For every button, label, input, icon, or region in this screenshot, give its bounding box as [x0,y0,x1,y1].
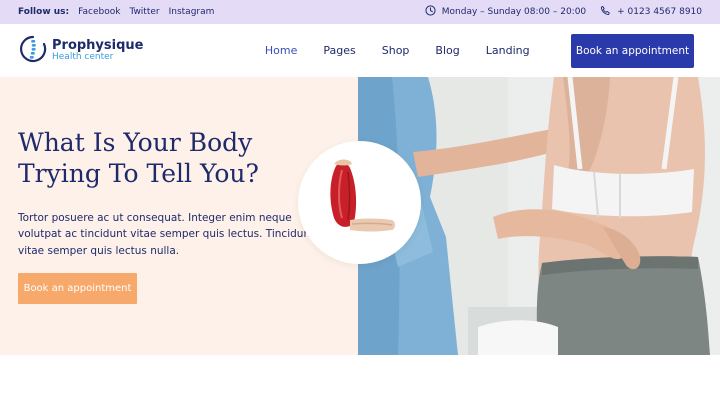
contact-info: Monday – Sunday 08:00 – 20:00 + 0123 456… [425,5,702,19]
follow-us-label: Follow us: [18,7,70,17]
book-appointment-hero-button[interactable]: Book an appointment [18,273,137,304]
spine-logo-icon [18,34,48,68]
hero-headline: What Is Your Body Trying To Tell You? [18,128,318,189]
brand-name: Prophysique [52,37,144,53]
nav-landing[interactable]: Landing [486,44,530,57]
instagram-link[interactable]: Instagram [169,7,215,17]
top-bar: Follow us: Facebook Twitter Instagram Mo… [0,0,720,24]
clock-icon [425,5,436,19]
opening-hours: Monday – Sunday 08:00 – 20:00 [425,5,586,19]
brand-tagline: Health center [52,51,114,62]
hero-headline-line-1: What Is Your Body [18,128,253,157]
social-links: Follow us: Facebook Twitter Instagram [18,7,214,17]
hours-text: Monday – Sunday 08:00 – 20:00 [441,7,587,17]
arm-muscle-icon [320,156,400,250]
twitter-link[interactable]: Twitter [129,7,159,17]
nav-shop[interactable]: Shop [382,44,410,57]
brand-logo[interactable]: Prophysique Health center [18,34,143,68]
phone-icon [600,5,611,19]
nav-blog[interactable]: Blog [435,44,459,57]
hero-description: Tortor posuere ac ut consequat. Integer … [18,212,315,257]
phone-contact[interactable]: + 0123 4567 8910 [600,5,702,19]
facebook-link[interactable]: Facebook [78,7,120,17]
brand-text: Prophysique Health center [52,39,143,62]
anatomy-badge [298,141,421,264]
hero-headline-line-2: Trying To Tell You? [18,158,259,188]
phone-text: + 0123 4567 8910 [617,7,702,17]
book-appointment-header-button[interactable]: Book an appointment [571,33,694,68]
site-header: Prophysique Health center Home Pages Sho… [0,24,720,77]
nav-home[interactable]: Home [265,44,297,57]
main-nav: Home Pages Shop Blog Landing [265,44,530,57]
nav-pages[interactable]: Pages [323,44,355,57]
